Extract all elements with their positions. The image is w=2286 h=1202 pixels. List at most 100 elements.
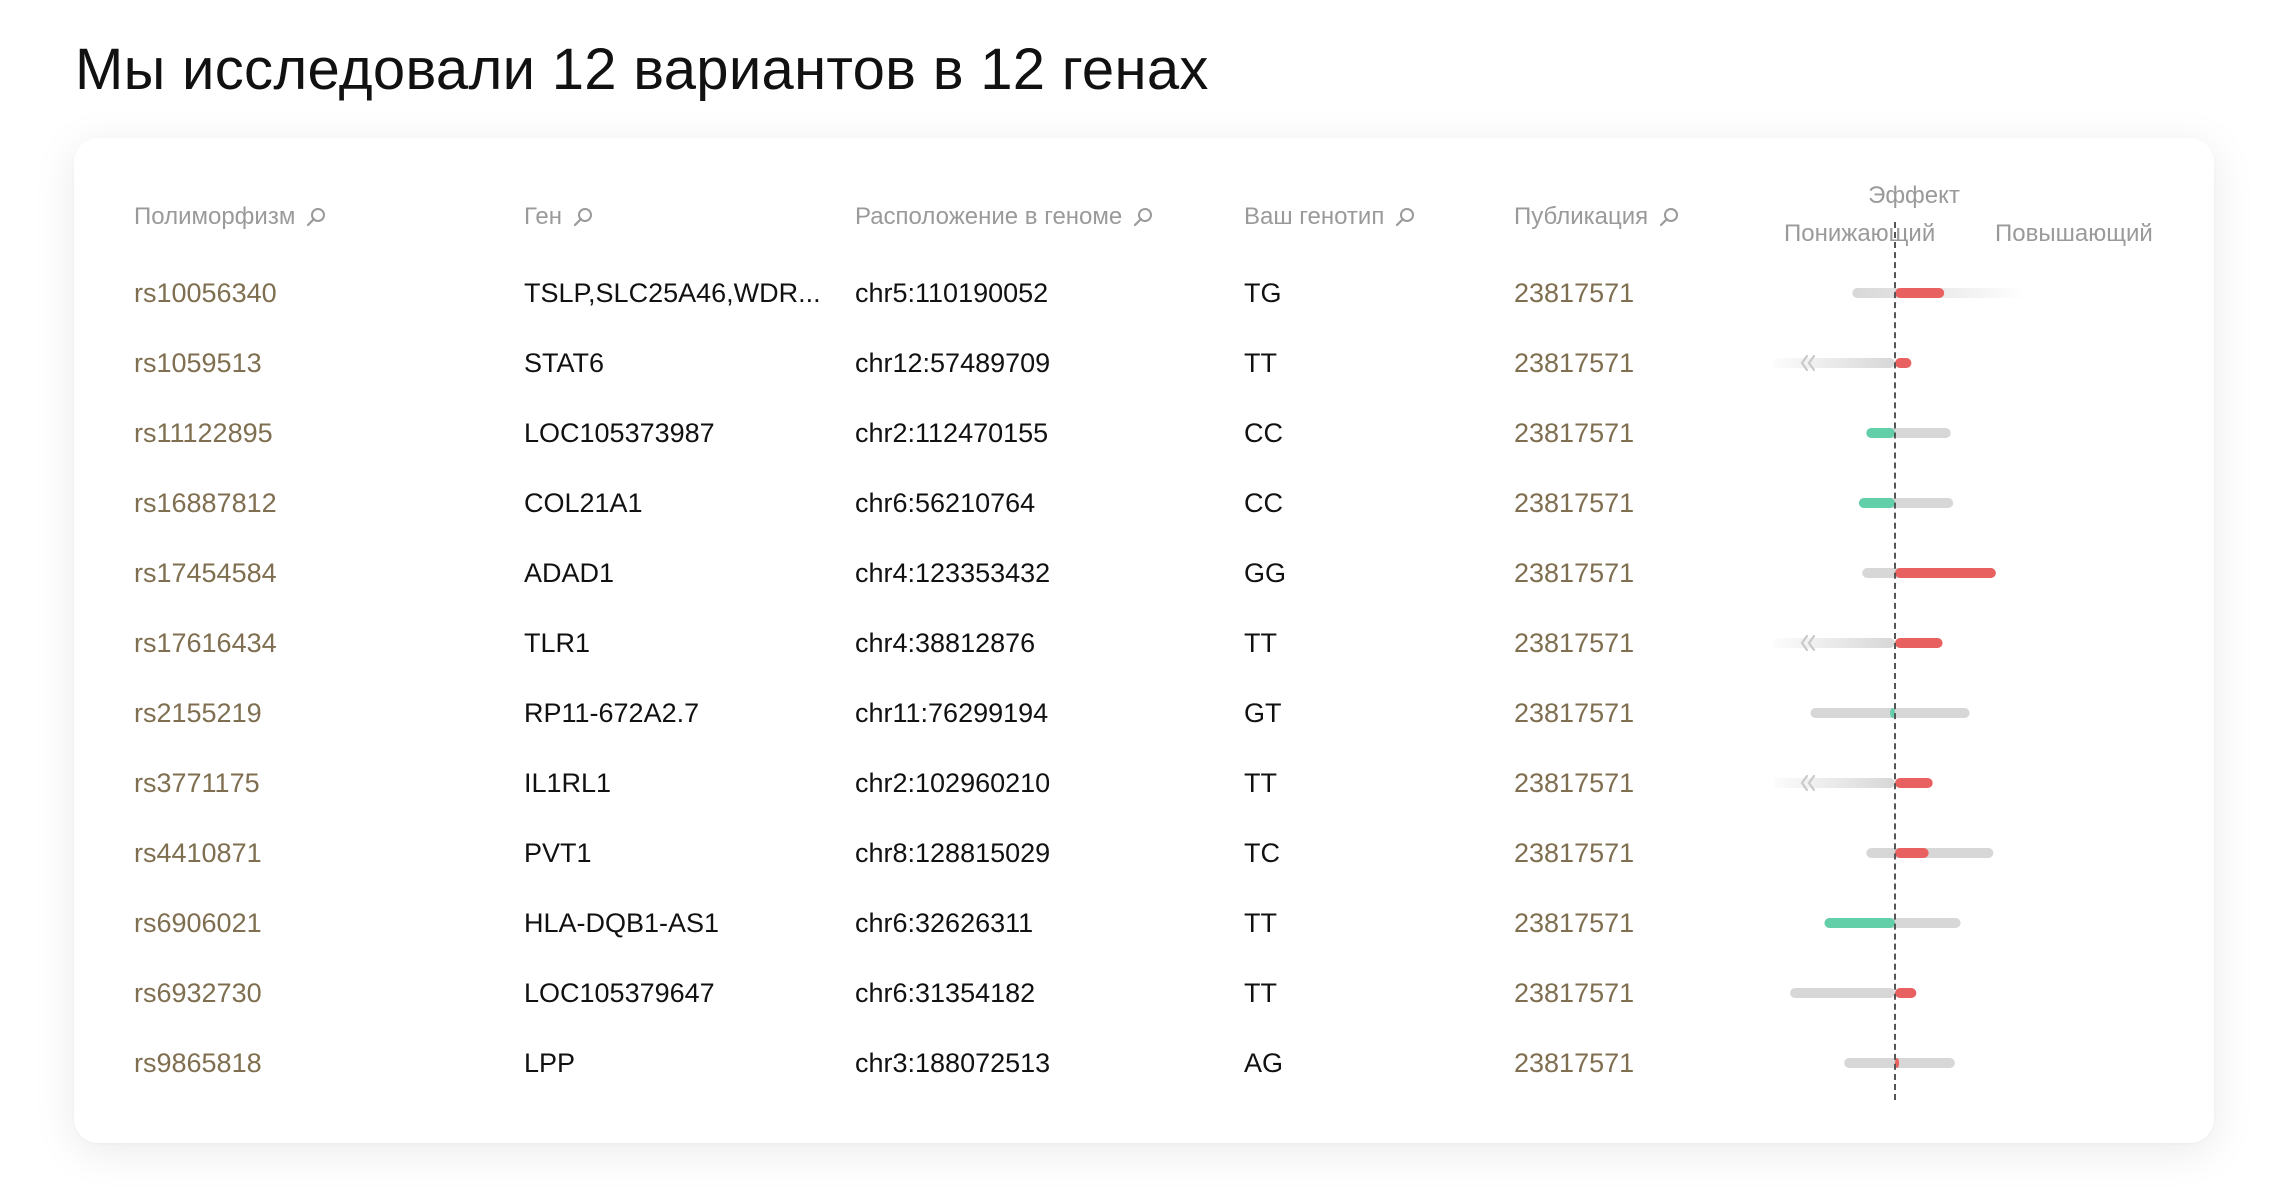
gene-cell: TLR1 (524, 628, 591, 658)
location-cell: chr2:112470155 (855, 418, 1049, 448)
effect-range-bar (1774, 778, 1895, 788)
publication-link[interactable]: 23817571 (1514, 678, 1634, 748)
column-header-label: Расположение в геноме (855, 203, 1123, 230)
effect-value-bar (1895, 358, 1912, 368)
column-header-location[interactable]: Расположение в геноме (855, 200, 1154, 234)
genotype-cell: GT (1244, 698, 1282, 728)
effect-value-bar (1895, 638, 1943, 648)
genotype-cell: TT (1244, 768, 1277, 798)
gene-cell: COL21A1 (524, 488, 643, 518)
table-row: rs4410871 PVT1 chr8:128815029 TC 23817571 (74, 818, 2214, 888)
gene-cell: LPP (524, 1048, 576, 1078)
gene-cell: LOC105373987 (524, 418, 715, 448)
effect-value-bar (1895, 778, 1933, 788)
polymorphism-link[interactable]: rs2155219 (134, 678, 262, 748)
effect-range-bar (1866, 848, 1994, 858)
genotype-cell: TG (1244, 278, 1282, 308)
genotype-cell: AG (1244, 1048, 1284, 1078)
effect-value-bar (1895, 288, 1945, 298)
effect-range-bar (1774, 358, 1895, 368)
table-row: rs1059513 STAT6 chr12:57489709 TT 23817571 (74, 328, 2214, 398)
polymorphism-link[interactable]: rs17454584 (134, 538, 277, 608)
effect-bar (1774, 634, 1943, 652)
effect-bar (1866, 428, 1951, 438)
gene-cell: HLA-DQB1-AS1 (524, 908, 720, 938)
location-cell: chr4:123353432 (855, 558, 1051, 588)
gene-cell: TSLP,SLC25A46,WDR... (524, 278, 821, 308)
effect-range-bar (1774, 638, 1895, 648)
effect-value-bar (1895, 848, 1929, 858)
table-row: rs10056340 TSLP,SLC25A46,WDR... chr5:11019… (74, 258, 2214, 328)
location-cell: chr2:102960210 (855, 768, 1051, 798)
polymorphism-link[interactable]: rs4410871 (134, 818, 262, 888)
publication-link[interactable]: 23817571 (1514, 888, 1634, 958)
publication-link[interactable]: 23817571 (1514, 258, 1634, 328)
location-cell: chr5:110190052 (855, 278, 1049, 308)
gene-cell: IL1RL1 (524, 768, 612, 798)
column-header-label: Ген (524, 203, 562, 230)
location-cell: chr4:38812876 (855, 628, 1036, 658)
effect-range-bar (1844, 1058, 1955, 1068)
publication-link[interactable]: 23817571 (1514, 818, 1634, 888)
genotype-cell: CC (1244, 488, 1283, 518)
column-header-genotype[interactable]: Ваш генотип (1244, 200, 1416, 234)
genotype-cell: GG (1244, 558, 1287, 588)
table-row: rs17616434 TLR1 chr4:38812876 TT 23817571 (74, 608, 2214, 678)
genotype-cell: TC (1244, 838, 1280, 868)
effect-bar (1862, 568, 1996, 578)
polymorphism-link[interactable]: rs9865818 (134, 1028, 262, 1098)
genotype-cell: CC (1244, 418, 1283, 448)
publication-link[interactable]: 23817571 (1514, 748, 1634, 818)
publication-link[interactable]: 23817571 (1514, 1028, 1634, 1098)
polymorphism-link[interactable]: rs17616434 (134, 608, 277, 678)
effect-bar (1774, 774, 1933, 792)
polymorphism-link[interactable]: rs3771175 (134, 748, 260, 818)
publication-link[interactable]: 23817571 (1514, 468, 1634, 538)
search-icon[interactable] (305, 206, 327, 228)
column-header-label: Публикация (1514, 203, 1649, 230)
genotype-cell: TT (1244, 978, 1277, 1008)
genotype-cell: TT (1244, 348, 1277, 378)
table-row: rs6932730 LOC105379647 chr6:31354182 TT 2381… (74, 958, 2214, 1028)
publication-link[interactable]: 23817571 (1514, 538, 1634, 608)
gene-cell: ADAD1 (524, 558, 615, 588)
polymorphism-link[interactable]: rs6932730 (134, 958, 262, 1028)
column-header-publication[interactable]: Публикация (1514, 200, 1680, 234)
column-header-polymorphism[interactable]: Полиморфизм (134, 200, 327, 234)
polymorphism-link[interactable]: rs16887812 (134, 468, 277, 538)
location-cell: chr8:128815029 (855, 838, 1051, 868)
effect-value-bar (1824, 918, 1895, 928)
effect-value-bar (1895, 568, 1996, 578)
location-cell: chr3:188072513 (855, 1048, 1051, 1078)
search-icon[interactable] (1132, 206, 1154, 228)
table-row: rs16887812 COL21A1 chr6:56210764 CC 23817571 (74, 468, 2214, 538)
effect-range-bar (1790, 988, 1895, 998)
effect-zero-line (1894, 222, 1896, 1100)
publication-link[interactable]: 23817571 (1514, 328, 1634, 398)
polymorphism-link[interactable]: rs10056340 (134, 258, 277, 328)
location-cell: chr11:76299194 (855, 698, 1049, 728)
publication-link[interactable]: 23817571 (1514, 958, 1634, 1028)
publication-link[interactable]: 23817571 (1514, 398, 1634, 468)
gene-cell: LOC105379647 (524, 978, 715, 1008)
effect-value-bar (1858, 498, 1895, 508)
table-row: rs3771175 IL1RL1 chr2:102960210 TT 23817571 (74, 748, 2214, 818)
effect-bar (1824, 918, 1961, 928)
effect-value-bar (1866, 428, 1895, 438)
publication-link[interactable]: 23817571 (1514, 608, 1634, 678)
polymorphism-link[interactable]: rs6906021 (134, 888, 262, 958)
gene-cell: STAT6 (524, 348, 605, 378)
polymorphism-link[interactable]: rs11122895 (134, 398, 273, 468)
gene-cell: RP11-672A2.7 (524, 698, 700, 728)
column-header-gene[interactable]: Ген (524, 200, 594, 234)
polymorphism-link[interactable]: rs1059513 (134, 328, 262, 398)
search-icon[interactable] (1658, 206, 1680, 228)
search-icon[interactable] (1394, 206, 1416, 228)
page-title: Мы исследовали 12 вариантов в 12 генах (75, 37, 1209, 102)
effect-bar (1844, 1058, 1955, 1068)
column-header-effect: Эффект (1868, 182, 1960, 209)
effect-bar (1790, 988, 1917, 998)
table-row: rs9865818 LPP chr3:188072513 AG 23817571 (74, 1028, 2214, 1098)
table-row: rs11122895 LOC105373987 chr2:112470155 CC 23… (74, 398, 2214, 468)
search-icon[interactable] (572, 206, 594, 228)
